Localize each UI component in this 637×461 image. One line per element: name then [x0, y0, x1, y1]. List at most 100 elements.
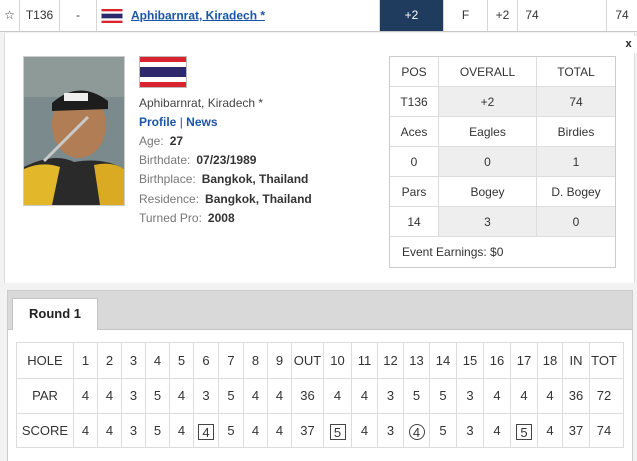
- stats-header-row: Pars Bogey D. Bogey: [390, 177, 615, 207]
- hole-cell: 5: [170, 343, 194, 378]
- score-cell: 5: [219, 413, 244, 448]
- leaderboard-row[interactable]: ☆ T136 - Aphibarnrat, Kiradech * +2 F +2…: [0, 0, 637, 32]
- stats-table: POS OVERALL TOTAL T136 +2 74 Aces Eagles…: [389, 56, 616, 268]
- stats-cell: Birdies: [537, 117, 615, 147]
- player-name: Aphibarnrat, Kiradech *: [139, 96, 264, 110]
- hole-cell: 10: [324, 343, 352, 378]
- score-cell: 3: [378, 413, 404, 448]
- hole-cell: 13: [404, 343, 430, 378]
- stats-cell: TOTAL: [537, 57, 615, 87]
- position-cell: T136: [20, 0, 60, 31]
- tab-round-1[interactable]: Round 1: [12, 298, 98, 330]
- score-cell: 5: [324, 413, 352, 448]
- player-photo: [23, 56, 125, 206]
- hole-cell: 3: [122, 343, 146, 378]
- score-cell: 4: [538, 413, 563, 448]
- hole-cell: 6: [194, 343, 219, 378]
- hole-cell: 17: [511, 343, 538, 378]
- hole-cell: 18: [538, 343, 563, 378]
- hole-cell: 8: [244, 343, 268, 378]
- par-cell: 4: [170, 378, 194, 413]
- par-cell: 36: [563, 378, 590, 413]
- profile-link[interactable]: Profile: [139, 115, 176, 129]
- par-cell: 4: [244, 378, 268, 413]
- stats-header-row: Aces Eagles Birdies: [390, 117, 615, 147]
- score-cell: 5: [430, 413, 457, 448]
- news-link[interactable]: News: [186, 115, 217, 129]
- close-icon[interactable]: x: [620, 36, 637, 53]
- link-separator: |: [179, 115, 183, 129]
- par-cell: 4: [74, 378, 98, 413]
- hole-cell: 7: [219, 343, 244, 378]
- player-name-link[interactable]: Aphibarnrat, Kiradech *: [131, 8, 265, 22]
- player-name-cell: Aphibarnrat, Kiradech *: [97, 0, 380, 31]
- hole-cell: 12: [378, 343, 404, 378]
- stats-cell: D. Bogey: [537, 177, 615, 207]
- hole-cell: 2: [98, 343, 122, 378]
- thailand-flag-icon: [101, 8, 123, 23]
- stats-cell: 3: [439, 207, 537, 237]
- bio-turned-pro: Turned Pro: 2008: [139, 211, 235, 225]
- stats-cell: OVERALL: [439, 57, 537, 87]
- hole-cell: IN: [563, 343, 590, 378]
- score-row: SCORE 4 4 3 5 4 4 5 4 4 37 5 4 3 4 5 3 4 5 4 37 74: [17, 413, 623, 448]
- bogey-marker: 4: [198, 423, 214, 440]
- par-row: PAR 4 4 3 5 4 3 5 4 4 36 4 4 3 5 5 3 4 4 4 36 72: [17, 378, 623, 414]
- last-score-cell: 74: [606, 0, 637, 31]
- hole-cell: 15: [457, 343, 484, 378]
- score-cell: 4: [484, 413, 511, 448]
- stats-cell: 0: [537, 207, 615, 237]
- par-cell: 4: [352, 378, 378, 413]
- par-cell: 4: [98, 378, 122, 413]
- score-cell: 37: [563, 413, 590, 448]
- par-cell: 5: [430, 378, 457, 413]
- bio-residence: Residence: Bangkok, Thailand: [139, 192, 312, 206]
- stats-cell: POS: [390, 57, 439, 87]
- bio-age: Age: 27: [139, 134, 184, 148]
- stats-cell: 14: [390, 207, 439, 237]
- stats-cell: 74: [537, 87, 615, 117]
- par-cell: 4: [484, 378, 511, 413]
- favorite-star-icon[interactable]: ☆: [0, 0, 20, 31]
- score-cell: 74: [596, 423, 612, 438]
- round-tab-bar: Round 1: [8, 291, 632, 330]
- hole-cell: 1: [74, 343, 98, 378]
- stats-value-row: 14 3 0: [390, 207, 615, 237]
- par-cell: 4: [324, 378, 352, 413]
- score-cell: 37: [292, 413, 324, 448]
- par-cell: 3: [457, 378, 484, 413]
- score-cell: 4: [404, 413, 430, 448]
- score-cell: 3: [457, 413, 484, 448]
- bio-birthdate: Birthdate: 07/23/1989: [139, 153, 257, 167]
- par-cell: 5: [146, 378, 170, 413]
- par-cell: 5: [219, 378, 244, 413]
- hole-cell: TOT: [591, 353, 617, 368]
- par-cell: 3: [194, 378, 219, 413]
- par-cell: 5: [404, 378, 430, 413]
- total-cell: 74: [525, 8, 539, 22]
- event-earnings: Event Earnings: $0: [402, 245, 504, 259]
- stats-cell: 0: [390, 147, 439, 177]
- par-cell: 4: [538, 378, 563, 413]
- birdie-marker: 4: [408, 423, 425, 440]
- score-cell: 5: [146, 413, 170, 448]
- stats-cell: T136: [390, 87, 439, 117]
- score-cell: 4: [268, 413, 292, 448]
- score-cell: 4: [194, 413, 219, 448]
- hole-cell: 14: [430, 343, 457, 378]
- hole-cell: 16: [484, 343, 511, 378]
- hole-cell: 11: [352, 343, 378, 378]
- hole-label: HOLE: [17, 343, 74, 378]
- par-cell: 3: [122, 378, 146, 413]
- hole-cell: 4: [146, 343, 170, 378]
- player-links: Profile | News: [139, 115, 218, 129]
- stats-value-row: T136 +2 74: [390, 87, 615, 117]
- stats-cell: Pars: [390, 177, 439, 207]
- par-cell: 72: [596, 388, 612, 403]
- score-cell: 4: [244, 413, 268, 448]
- par-cell: 36: [292, 378, 324, 413]
- hole-row: HOLE 1 2 3 4 5 6 7 8 9 OUT 10 11 12 13 14 15 16 17 18 IN TOT: [17, 343, 623, 379]
- stats-cell: 0: [439, 147, 537, 177]
- stats-cell: Eagles: [439, 117, 537, 147]
- hole-cell: OUT: [292, 343, 324, 378]
